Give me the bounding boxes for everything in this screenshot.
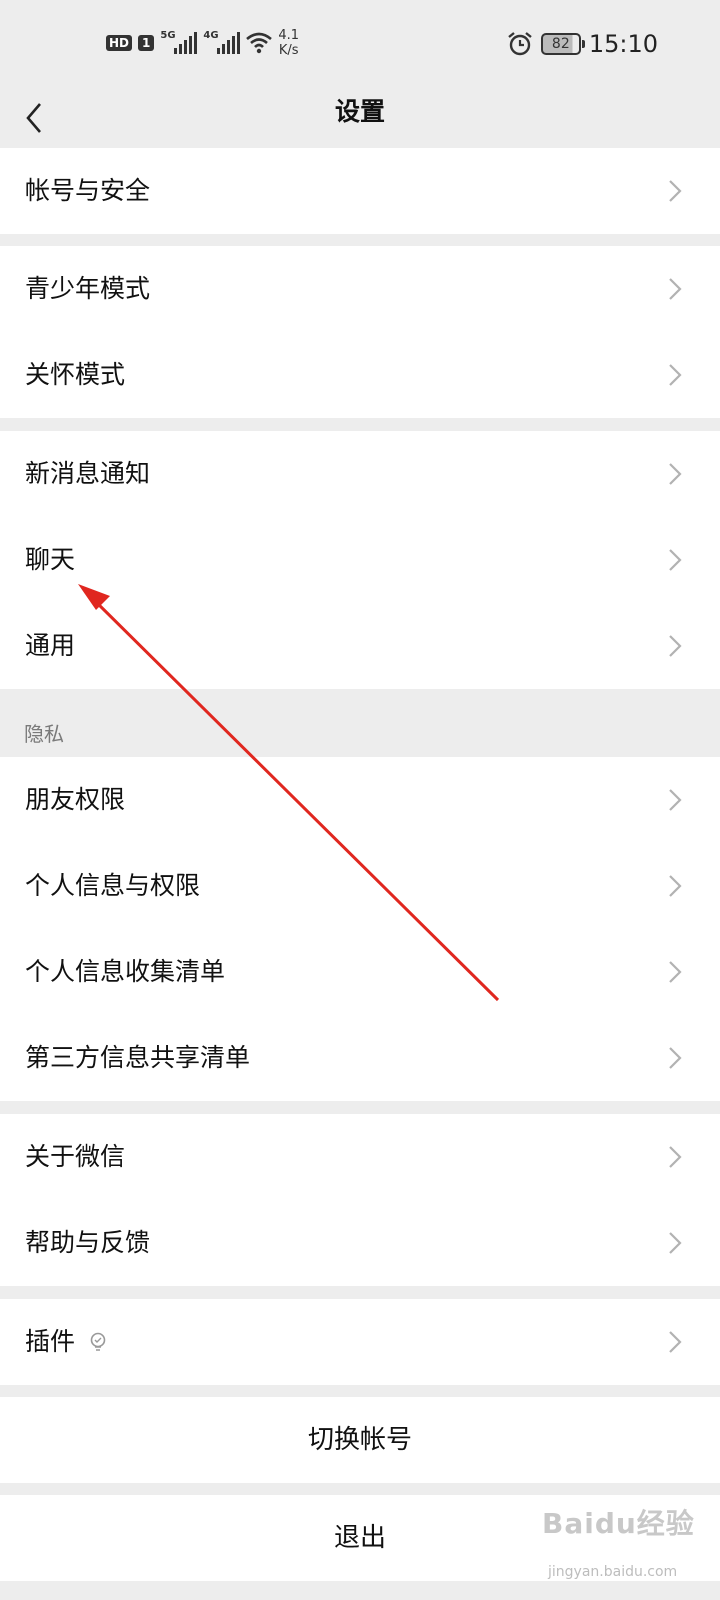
chevron-right-icon	[669, 549, 682, 571]
menu-item-label: 新消息通知	[25, 459, 151, 488]
section-title-privacy: 隐私	[24, 722, 64, 746]
menu-item-label: 通用	[25, 631, 76, 660]
watermark-logo: Baidu经验	[542, 1507, 695, 1540]
status-bar: HD 1 5G 4G 4.1 K/s 82 15:10	[0, 0, 720, 88]
chevron-right-icon	[669, 961, 682, 983]
menu-item-new-message-notification[interactable]: 新消息通知	[0, 431, 720, 517]
menu-item-personal-info-permissions[interactable]: 个人信息与权限	[0, 843, 720, 929]
menu-item-chat[interactable]: 聊天	[0, 517, 720, 603]
chevron-right-icon	[669, 364, 682, 386]
wifi-icon	[246, 32, 273, 54]
signal-4g-icon: 4G	[203, 30, 241, 54]
menu-item-label: 插件	[25, 1327, 76, 1356]
menu-item-label: 青少年模式	[25, 274, 151, 303]
nav-bar: 设置	[0, 88, 720, 148]
menu-item-personal-info-collection-list[interactable]: 个人信息收集清单	[0, 929, 720, 1015]
chevron-right-icon	[669, 1232, 682, 1254]
battery-icon: 82	[540, 33, 585, 55]
menu-item-youth-mode[interactable]: 青少年模式	[0, 246, 720, 332]
status-left: HD 1 5G 4G 4.1 K/s	[106, 28, 299, 58]
menu-item-label: 朋友权限	[25, 785, 126, 814]
menu-item-help-feedback[interactable]: 帮助与反馈	[0, 1200, 720, 1286]
chevron-right-icon	[669, 789, 682, 811]
menu-item-general[interactable]: 通用	[0, 603, 720, 689]
alarm-clock-icon	[508, 32, 532, 56]
menu-item-account-security[interactable]: 帐号与安全	[0, 148, 720, 234]
back-arrow-icon[interactable]	[22, 98, 48, 138]
chevron-right-icon	[669, 875, 682, 897]
chevron-right-icon	[669, 463, 682, 485]
signal-5g-icon: 5G	[160, 30, 198, 54]
chevron-right-icon	[669, 1331, 682, 1353]
menu-item-label: 帐号与安全	[25, 176, 151, 205]
signal-5g-label: 5G	[160, 30, 176, 41]
hd-badge: HD	[106, 35, 133, 51]
speed-unit: K/s	[278, 43, 299, 58]
status-right: 82 15:10	[507, 30, 658, 58]
menu-item-plugins[interactable]: 插件	[0, 1299, 720, 1385]
menu-item-label: 关于微信	[25, 1142, 126, 1171]
menu-item-label: 个人信息收集清单	[25, 957, 226, 986]
menu-item-label: 个人信息与权限	[25, 871, 201, 900]
menu-item-label: 帮助与反馈	[25, 1228, 151, 1257]
baidu-watermark: Baidu经验 jingyan.baidu.com	[542, 1488, 712, 1600]
menu-item-third-party-sharing-list[interactable]: 第三方信息共享清单	[0, 1015, 720, 1101]
sim-badge: 1	[138, 35, 155, 51]
menu-item-label: 第三方信息共享清单	[25, 1043, 251, 1072]
page-title: 设置	[334, 97, 385, 126]
chevron-right-icon	[669, 1146, 682, 1168]
chevron-right-icon	[669, 180, 682, 202]
signal-4g-label: 4G	[203, 30, 219, 41]
status-time: 15:10	[588, 30, 658, 58]
menu-item-care-mode[interactable]: 关怀模式	[0, 332, 720, 418]
menu-item-about-wechat[interactable]: 关于微信	[0, 1114, 720, 1200]
switch-account-button[interactable]: 切换帐号	[0, 1397, 720, 1483]
menu-item-friend-permissions[interactable]: 朋友权限	[0, 757, 720, 843]
menu-item-label: 聊天	[25, 545, 76, 574]
watermark-url: jingyan.baidu.com	[548, 1564, 678, 1580]
chevron-right-icon	[669, 635, 682, 657]
lightbulb-icon	[90, 1332, 106, 1351]
speed-value: 4.1	[278, 28, 300, 43]
chevron-right-icon	[669, 278, 682, 300]
menu-item-label: 关怀模式	[25, 360, 126, 389]
chevron-right-icon	[669, 1047, 682, 1069]
network-speed: 4.1 K/s	[278, 28, 299, 58]
